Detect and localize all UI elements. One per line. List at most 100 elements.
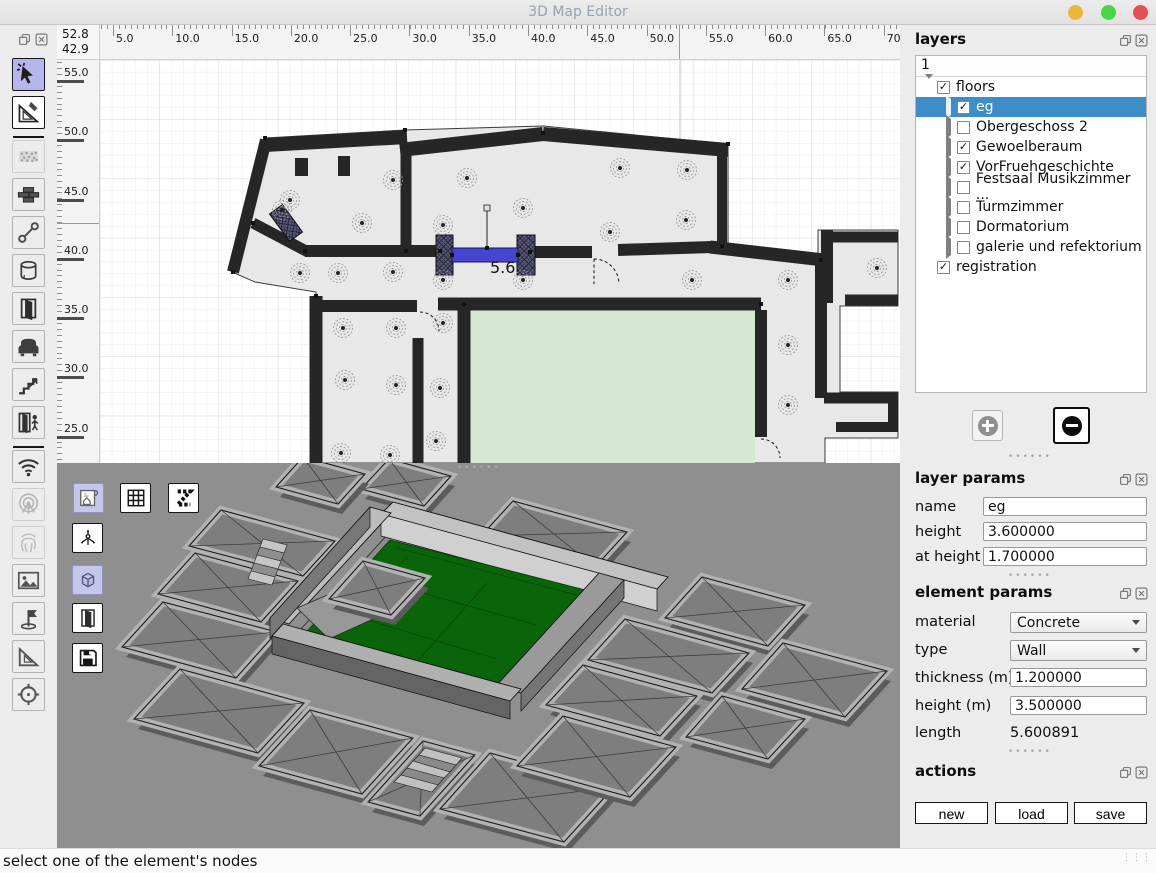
fingerprint-tool[interactable] — [12, 526, 45, 559]
dock-float-icon[interactable] — [18, 31, 31, 50]
layer-height-field[interactable] — [983, 522, 1147, 541]
type-select[interactable]: Wall — [1010, 640, 1147, 661]
cursor-x: 52.8 — [62, 27, 99, 42]
dock-close-icon[interactable] — [35, 31, 48, 50]
thickness-field[interactable] — [1010, 668, 1147, 687]
blueprint-view-button[interactable] — [73, 483, 104, 513]
layer-checkbox[interactable] — [957, 241, 970, 254]
target-tool[interactable] — [12, 678, 45, 711]
zpattern-icon — [173, 487, 195, 509]
save-button[interactable]: save — [1074, 802, 1147, 824]
layer-checkbox[interactable]: ✓ — [957, 141, 970, 154]
exit-tool[interactable] — [12, 406, 45, 439]
main-area: 52.8 42.9 5.010.015.020.025.030.035.040.… — [0, 25, 1156, 848]
layer-label: galerie und refektorium — [976, 239, 1142, 255]
wifi-tool[interactable] — [12, 450, 45, 483]
furniture-icon — [16, 334, 41, 359]
grid-toggle-button[interactable] — [120, 483, 151, 513]
wall-tool[interactable] — [12, 178, 45, 211]
splitter-handle[interactable]: •••••• — [457, 463, 501, 473]
viewport-3d[interactable]: •••••• — [57, 463, 900, 848]
layer-row[interactable]: ✓ floors — [916, 77, 1146, 97]
layers-tree[interactable]: 1 ✓ floors ✓ eg Obergeschoss 2 ✓ Gewoelb… — [915, 55, 1147, 393]
z-pattern-button[interactable] — [168, 483, 199, 513]
layers-float-icon[interactable] — [1119, 32, 1132, 51]
resize-grip[interactable]: ⋮⋮⋮ — [1122, 846, 1152, 870]
layer-at-height-field[interactable] — [983, 547, 1147, 566]
material-select[interactable]: Concrete — [1010, 612, 1147, 633]
left-toolbar — [0, 25, 57, 848]
exit-icon — [16, 410, 41, 435]
layer-checkbox[interactable] — [957, 121, 970, 134]
cube-view-button[interactable] — [72, 565, 103, 595]
actions-close-icon[interactable] — [1135, 764, 1148, 783]
image-tool[interactable] — [12, 564, 45, 597]
door-view-button[interactable] — [72, 603, 103, 633]
element-height-label: height (m) — [915, 698, 991, 714]
image-icon — [16, 568, 41, 593]
layer-checkbox[interactable] — [957, 201, 970, 214]
layer-params-title: layer params — [915, 469, 1025, 487]
layer-checkbox[interactable] — [957, 181, 970, 194]
remove-layer-button[interactable] — [1053, 407, 1090, 444]
select-tool[interactable] — [12, 58, 45, 91]
measure-tool[interactable] — [12, 96, 45, 129]
layer-row[interactable]: Festsaal Musikzimmer ... — [916, 177, 1146, 197]
fingerprint-icon — [16, 530, 41, 555]
axis-icon — [77, 527, 99, 549]
door-tool[interactable] — [12, 292, 45, 325]
door-icon — [77, 607, 99, 629]
layer-name-field[interactable] — [983, 497, 1147, 516]
layer-row[interactable]: Obergeschoss 2 — [916, 117, 1146, 137]
texture-tool[interactable] — [12, 140, 45, 173]
splitter-handle[interactable]: •••••• — [1008, 747, 1052, 757]
zoom-button[interactable] — [1101, 5, 1116, 20]
grid-icon — [125, 487, 147, 509]
actions-float-icon[interactable] — [1119, 764, 1132, 783]
furniture-tool[interactable] — [12, 330, 45, 363]
antenna-tool[interactable] — [12, 488, 45, 521]
horizontal-ruler: 5.010.015.020.025.030.035.040.045.050.05… — [100, 25, 900, 60]
splitter-handle[interactable]: •••••• — [1008, 452, 1052, 462]
layer-row[interactable]: Dormatorium — [916, 217, 1146, 237]
layer-checkbox[interactable]: ✓ — [957, 101, 970, 114]
new-button[interactable]: new — [915, 802, 988, 824]
toolbar-separator — [13, 136, 44, 138]
element-params-close-icon[interactable] — [1135, 585, 1148, 604]
minimize-button[interactable] — [1068, 5, 1083, 20]
wall-stub — [295, 158, 308, 176]
load-button[interactable]: load — [995, 802, 1068, 824]
vertical-ruler: 55.050.045.040.035.030.025.0 — [57, 60, 100, 463]
layer-checkbox[interactable]: ✓ — [957, 161, 970, 174]
measure-node[interactable] — [484, 205, 490, 211]
flag-tool[interactable] — [12, 602, 45, 635]
add-layer-button[interactable] — [972, 410, 1003, 441]
layer-row[interactable]: galerie und refektorium — [916, 237, 1146, 257]
layer-checkbox[interactable]: ✓ — [937, 261, 950, 274]
select-icon — [16, 62, 41, 87]
layer-checkbox[interactable]: ✓ — [937, 81, 950, 94]
layer-params-close-icon[interactable] — [1135, 471, 1148, 490]
height-label: height — [915, 524, 961, 540]
splitter-handle[interactable]: •••••• — [1008, 571, 1052, 581]
layer-row[interactable]: ✓ registration — [916, 257, 1146, 277]
layer-params-float-icon[interactable] — [1119, 471, 1132, 490]
length-label: 5.6 — [490, 258, 515, 277]
ruler-cursor-x — [679, 25, 680, 60]
close-button[interactable] — [1133, 5, 1148, 20]
axis-gizmo-button[interactable] — [72, 523, 103, 553]
stairs-tool[interactable] — [12, 368, 45, 401]
setsquare-tool[interactable] — [12, 640, 45, 673]
type-value: Wall — [1017, 643, 1046, 659]
layer-checkbox[interactable] — [957, 221, 970, 234]
status-text: select one of the element's nodes — [3, 852, 257, 870]
layer-row[interactable]: ✓ Gewoelberaum — [916, 137, 1146, 157]
element-params-float-icon[interactable] — [1119, 585, 1132, 604]
cylinder-tool[interactable] — [12, 254, 45, 287]
element-height-field[interactable] — [1010, 696, 1147, 715]
save-view-button[interactable] — [72, 643, 103, 673]
layer-row[interactable]: ✓ eg — [916, 97, 1146, 117]
layers-close-icon[interactable] — [1135, 32, 1148, 51]
link-tool[interactable] — [12, 216, 45, 249]
floorplan-2d-canvas[interactable]: 5.6 — [100, 60, 900, 463]
